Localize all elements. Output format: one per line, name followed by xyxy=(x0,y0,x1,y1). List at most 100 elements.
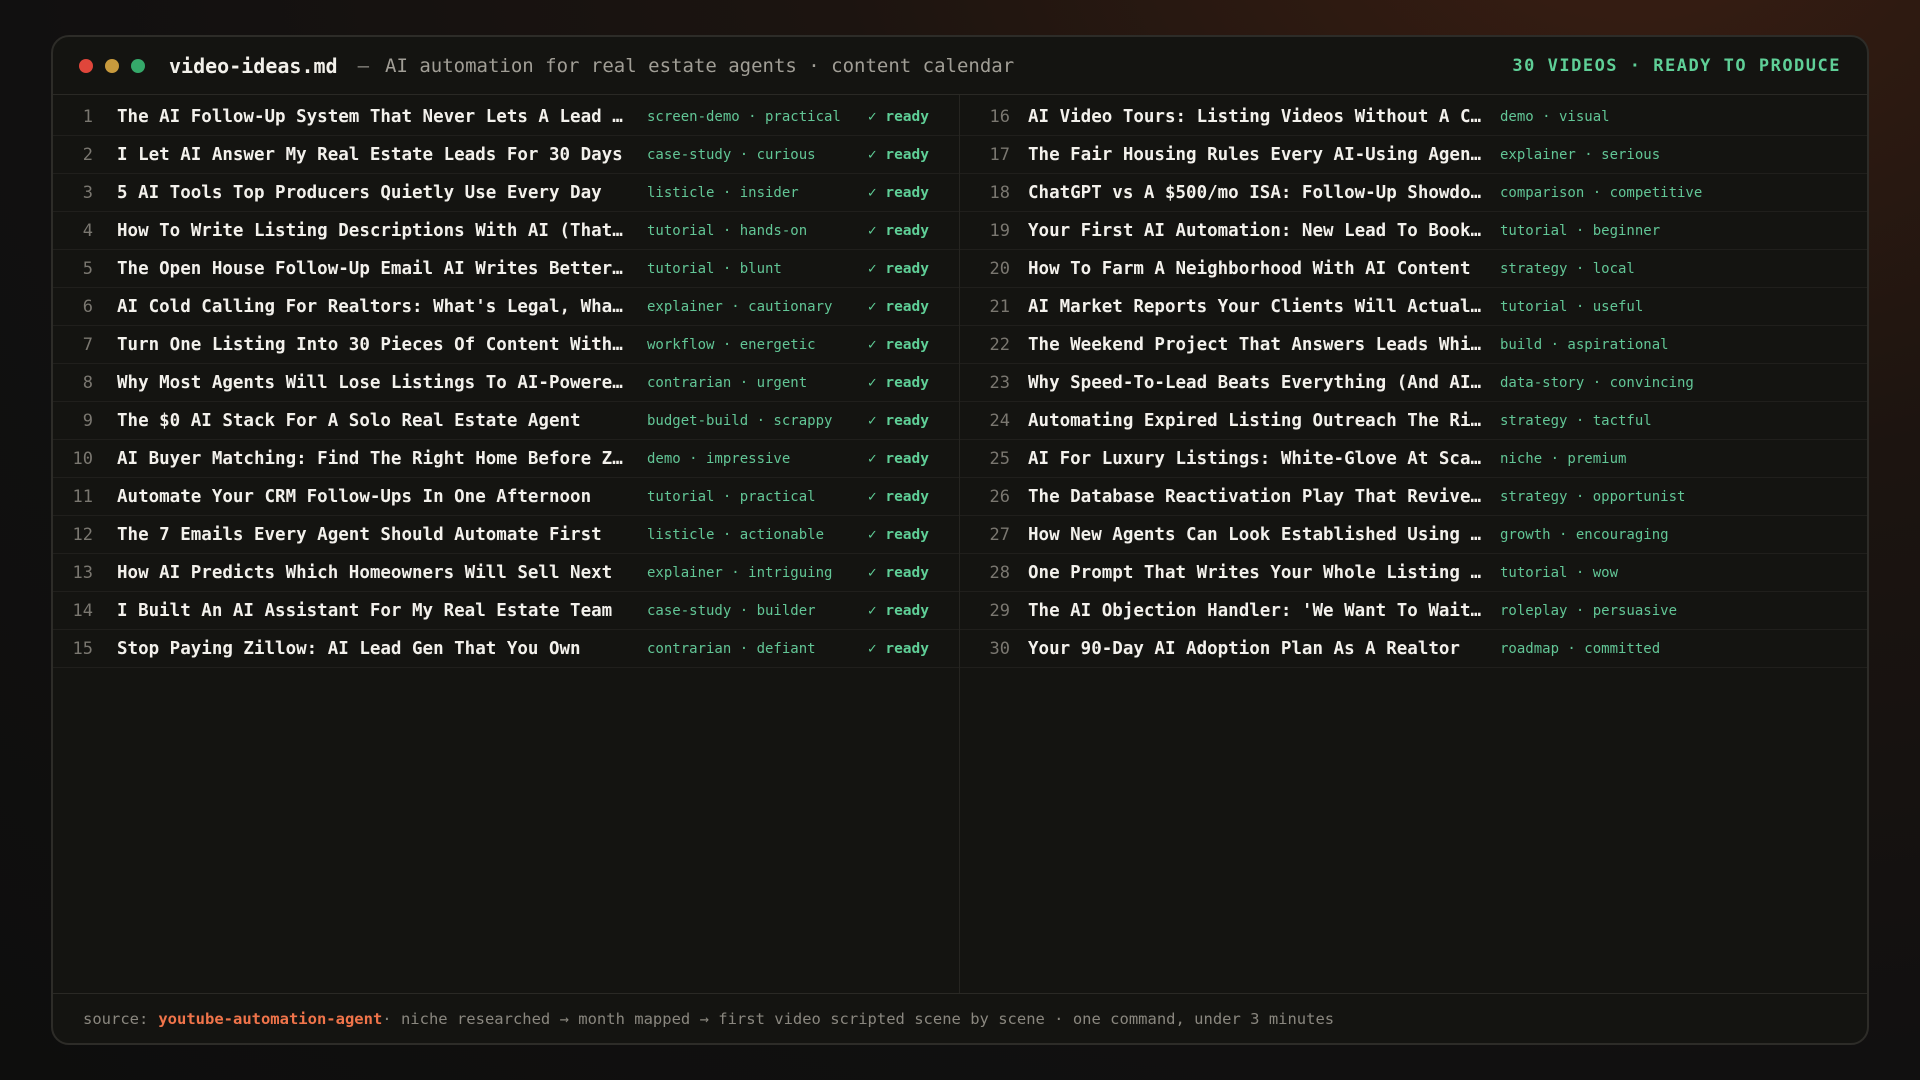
minimize-window-button[interactable] xyxy=(105,58,119,73)
video-row[interactable]: 26 The Database Reactivation Play That Re… xyxy=(960,478,1867,516)
video-row[interactable]: 21 AI Market Reports Your Clients Will Ac… xyxy=(960,288,1867,326)
video-row[interactable]: 24 Automating Expired Listing Outreach Th… xyxy=(960,402,1867,440)
video-tags: tutorial · useful xyxy=(1500,298,1644,315)
video-number: 5 xyxy=(82,258,93,279)
video-row[interactable]: 3 5 AI Tools Top Producers Quietly Use Ev… xyxy=(53,174,959,212)
video-row[interactable]: 25 AI For Luxury Listings: White-Glove At… xyxy=(960,440,1867,478)
video-tags: demo · impressive xyxy=(647,450,791,467)
ready-status: ✓ ready xyxy=(867,412,929,429)
video-number: 3 xyxy=(82,182,93,203)
video-number: 12 xyxy=(72,524,93,545)
video-row[interactable]: 27 How New Agents Can Look Established Us… xyxy=(960,516,1867,554)
video-title: How New Agents Can Look Established Usin… xyxy=(1028,524,1486,545)
ready-status: ✓ ready xyxy=(867,526,929,543)
video-number: 6 xyxy=(82,296,93,317)
footer-bar: source: youtube-automation-agent · niche… xyxy=(53,993,1867,1043)
video-row[interactable]: 8 Why Most Agents Will Lose Listings To A… xyxy=(53,364,959,402)
video-title: One Prompt That Writes Your Whole Listin… xyxy=(1028,562,1486,583)
video-tags: explainer · intriguing xyxy=(647,564,833,581)
video-row[interactable]: 1 The AI Follow-Up System That Never Lets… xyxy=(53,98,959,136)
video-title: Stop Paying Zillow: AI Lead Gen That You… xyxy=(117,638,581,659)
close-window-button[interactable] xyxy=(79,58,93,73)
video-tags: listicle · insider xyxy=(647,184,799,201)
video-row[interactable]: 28 One Prompt That Writes Your Whole List… xyxy=(960,554,1867,592)
video-row[interactable]: 19 Your First AI Automation: New Lead To … xyxy=(960,212,1867,250)
video-title: How To Farm A Neighborhood With AI Conte… xyxy=(1028,258,1471,279)
video-number: 1 xyxy=(82,106,93,127)
video-title: The $0 AI Stack For A Solo Real Estate A… xyxy=(117,410,581,431)
video-title: The Fair Housing Rules Every AI-Using Ag… xyxy=(1028,144,1486,165)
video-row[interactable]: 4 How To Write Listing Descriptions With … xyxy=(53,212,959,250)
video-row[interactable]: 11 Automate Your CRM Follow-Ups In One Af… xyxy=(53,478,959,516)
video-title: Why Speed-To-Lead Beats Everything (And … xyxy=(1028,372,1486,393)
video-row[interactable]: 7 Turn One Listing Into 30 Pieces Of Cont… xyxy=(53,326,959,364)
ready-status: ✓ ready xyxy=(867,146,929,163)
video-row[interactable]: 10 AI Buyer Matching: Find The Right Home… xyxy=(53,440,959,478)
video-tags: data-story · convincing xyxy=(1500,374,1694,391)
video-number: 22 xyxy=(989,334,1010,355)
video-row[interactable]: 22 The Weekend Project That Answers Leads… xyxy=(960,326,1867,364)
video-tags: contrarian · defiant xyxy=(647,640,816,657)
maximize-window-button[interactable] xyxy=(131,58,145,73)
video-number: 17 xyxy=(989,144,1010,165)
video-row[interactable]: 23 Why Speed-To-Lead Beats Everything (An… xyxy=(960,364,1867,402)
video-tags: case-study · curious xyxy=(647,146,816,163)
window-controls xyxy=(79,58,145,73)
video-title: Why Most Agents Will Lose Listings To AI… xyxy=(117,372,633,393)
video-tags: contrarian · urgent xyxy=(647,374,808,391)
ready-status: ✓ ready xyxy=(867,260,929,277)
video-list-left-column: 1 The AI Follow-Up System That Never Lets… xyxy=(53,95,960,993)
video-row[interactable]: 30 Your 90-Day AI Adoption Plan As A Real… xyxy=(960,630,1867,668)
status-badge: 30 VIDEOS · READY TO PRODUCE xyxy=(1512,55,1841,76)
video-row[interactable]: 17 The Fair Housing Rules Every AI-Using … xyxy=(960,136,1867,174)
video-title: AI Buyer Matching: Find The Right Home B… xyxy=(117,448,633,469)
file-description: AI automation for real estate agents · c… xyxy=(385,54,1015,77)
video-number: 9 xyxy=(82,410,93,431)
video-row[interactable]: 14 I Built An AI Assistant For My Real Es… xyxy=(53,592,959,630)
ready-status: ✓ ready xyxy=(867,640,929,657)
video-row[interactable]: 5 The Open House Follow-Up Email AI Write… xyxy=(53,250,959,288)
video-row[interactable]: 6 AI Cold Calling For Realtors: What's Le… xyxy=(53,288,959,326)
video-row[interactable]: 16 AI Video Tours: Listing Videos Without… xyxy=(960,98,1867,136)
video-number: 7 xyxy=(82,334,93,355)
video-title: Turn One Listing Into 30 Pieces Of Conte… xyxy=(117,334,633,355)
ready-status: ✓ ready xyxy=(867,298,929,315)
video-tags: roleplay · persuasive xyxy=(1500,602,1678,619)
ready-status: ✓ ready xyxy=(867,336,929,353)
video-title: The Weekend Project That Answers Leads W… xyxy=(1028,334,1486,355)
video-tags: tutorial · beginner xyxy=(1500,222,1661,239)
video-number: 11 xyxy=(72,486,93,507)
video-title: How To Write Listing Descriptions With A… xyxy=(117,220,633,241)
video-tags: strategy · opportunist xyxy=(1500,488,1686,505)
video-tags: workflow · energetic xyxy=(647,336,816,353)
video-row[interactable]: 15 Stop Paying Zillow: AI Lead Gen That Y… xyxy=(53,630,959,668)
video-row[interactable]: 18 ChatGPT vs A $500/mo ISA: Follow-Up Sh… xyxy=(960,174,1867,212)
ready-status: ✓ ready xyxy=(867,564,929,581)
video-number: 29 xyxy=(989,600,1010,621)
video-number: 21 xyxy=(989,296,1010,317)
video-row[interactable]: 12 The 7 Emails Every Agent Should Automa… xyxy=(53,516,959,554)
video-row[interactable]: 29 The AI Objection Handler: 'We Want To … xyxy=(960,592,1867,630)
video-number: 25 xyxy=(989,448,1010,469)
video-number: 14 xyxy=(72,600,93,621)
video-row[interactable]: 2 I Let AI Answer My Real Estate Leads Fo… xyxy=(53,136,959,174)
video-row[interactable]: 13 How AI Predicts Which Homeowners Will … xyxy=(53,554,959,592)
video-tags: tutorial · practical xyxy=(647,488,816,505)
source-label: source: xyxy=(83,1009,149,1028)
video-tags: growth · encouraging xyxy=(1500,526,1669,543)
video-title: I Built An AI Assistant For My Real Esta… xyxy=(117,600,613,621)
video-list: 1 The AI Follow-Up System That Never Lets… xyxy=(53,95,1867,993)
video-tags: roadmap · committed xyxy=(1500,640,1661,657)
video-number: 19 xyxy=(989,220,1010,241)
title-separator: — xyxy=(357,54,370,77)
video-row[interactable]: 9 The $0 AI Stack For A Solo Real Estate … xyxy=(53,402,959,440)
video-number: 8 xyxy=(82,372,93,393)
video-number: 16 xyxy=(989,106,1010,127)
ready-status: ✓ ready xyxy=(867,108,929,125)
source-name[interactable]: youtube-automation-agent xyxy=(158,1010,382,1028)
video-list-right-column: 16 AI Video Tours: Listing Videos Without… xyxy=(960,95,1867,993)
video-row[interactable]: 20 How To Farm A Neighborhood With AI Con… xyxy=(960,250,1867,288)
video-title: The Open House Follow-Up Email AI Writes… xyxy=(117,258,633,279)
video-tags: budget-build · scrappy xyxy=(647,412,833,429)
video-number: 30 xyxy=(989,638,1010,659)
